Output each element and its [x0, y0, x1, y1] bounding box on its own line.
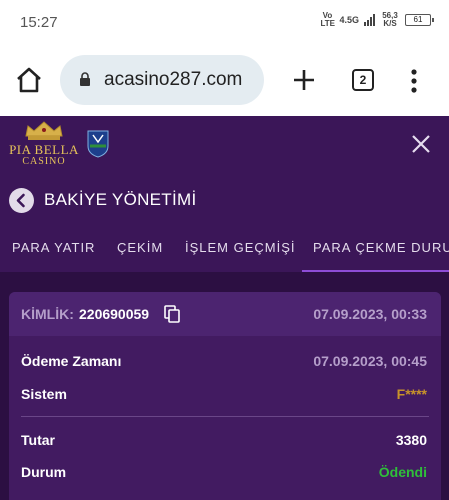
- status-time: 15:27: [20, 14, 58, 31]
- withdrawal-card-header: KİMLİK: 220690059 07.09.2023, 00:33: [9, 292, 441, 336]
- payment-time-value: 07.09.2023, 00:45: [313, 353, 427, 369]
- tab-deposit[interactable]: PARA YATIR: [12, 240, 95, 255]
- license-badge-icon: [87, 130, 109, 158]
- close-icon[interactable]: [410, 133, 432, 155]
- payment-time-label: Ödeme Zamanı: [21, 353, 122, 369]
- battery-icon: 61: [405, 14, 434, 26]
- more-menu-icon[interactable]: [404, 68, 424, 94]
- system-value: F****: [396, 386, 427, 402]
- home-icon[interactable]: [14, 65, 44, 95]
- crown-icon: [25, 121, 63, 140]
- browser-toolbar: acasino287.com 2: [0, 44, 449, 116]
- status-value: Ödendi: [378, 464, 427, 480]
- network-type-indicator: 4.5G: [339, 15, 359, 25]
- section-divider: [21, 416, 429, 417]
- system-label: Sistem: [21, 386, 67, 402]
- withdrawal-card: KİMLİK: 220690059 07.09.2023, 00:33 Ödem…: [9, 292, 441, 500]
- chevron-left-icon: [16, 193, 25, 208]
- volte-indicator: Vo LTE: [320, 11, 335, 28]
- main-content: KİMLİK: 220690059 07.09.2023, 00:33 Ödem…: [0, 272, 449, 500]
- site-logo[interactable]: PIA BELLA CASINO: [8, 120, 80, 168]
- tab-count: 2: [359, 73, 367, 87]
- amount-label: Tutar: [21, 432, 55, 448]
- page-title: BAKİYE YÖNETİMİ: [44, 190, 197, 209]
- page-header: BAKİYE YÖNETİMİ: [0, 172, 449, 228]
- tab-withdraw[interactable]: ÇEKİM: [117, 240, 163, 255]
- address-bar[interactable]: acasino287.com: [60, 55, 264, 105]
- copy-icon[interactable]: [164, 305, 180, 323]
- id-label: KİMLİK:: [21, 306, 74, 322]
- site-header: PIA BELLA CASINO: [0, 116, 449, 172]
- id-value: 220690059: [79, 306, 150, 322]
- amount-value: 3380: [395, 432, 427, 448]
- status-bar: 15:27 Vo LTE 4.5G 56,3 K/S 61: [0, 0, 449, 44]
- tab-withdrawal-status[interactable]: PARA ÇEKME DURUMU: [313, 240, 449, 255]
- balance-tabs: PARA YATIR ÇEKİM İŞLEM GEÇMİŞİ PARA ÇEKM…: [0, 228, 449, 272]
- tab-switcher-button[interactable]: 2: [352, 69, 374, 91]
- lock-icon: [80, 72, 90, 86]
- battery-level: 61: [413, 15, 423, 24]
- new-tab-icon[interactable]: [290, 66, 318, 94]
- status-label: Durum: [21, 464, 67, 480]
- url-text: acasino287.com: [104, 69, 243, 90]
- logo-text-sub: CASINO: [22, 156, 66, 167]
- tab-transaction-history[interactable]: İŞLEM GEÇMİŞİ: [185, 240, 296, 255]
- status-indicators: Vo LTE 4.5G 56,3 K/S 61: [320, 11, 434, 28]
- data-speed-indicator: 56,3 K/S: [382, 11, 398, 28]
- back-button[interactable]: [9, 188, 34, 213]
- request-date: 07.09.2023, 00:33: [313, 306, 427, 322]
- signal-icon: [364, 14, 375, 26]
